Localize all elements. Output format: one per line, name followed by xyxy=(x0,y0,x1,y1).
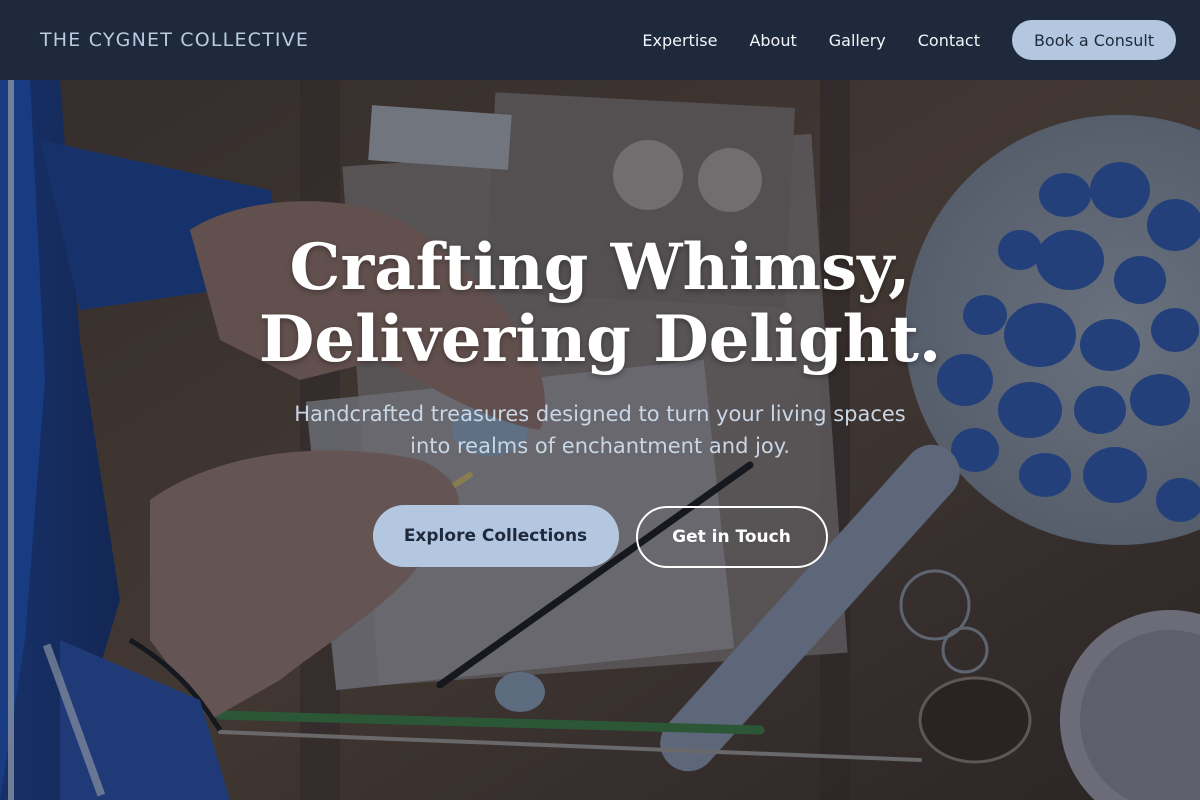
page: THE CYGNET COLLECTIVE Expertise About Ga… xyxy=(0,0,1200,800)
nav-link-expertise[interactable]: Expertise xyxy=(642,31,717,50)
hero-title: Crafting Whimsy, Delivering Delight. xyxy=(0,232,1200,376)
hero-title-line-1: Crafting Whimsy, xyxy=(289,230,911,305)
brand-logo[interactable]: THE CYGNET COLLECTIVE xyxy=(40,29,309,51)
navbar: THE CYGNET COLLECTIVE Expertise About Ga… xyxy=(0,0,1200,80)
book-consult-button[interactable]: Book a Consult xyxy=(1012,20,1176,60)
hero-subtitle-line-1: Handcrafted treasures designed to turn y… xyxy=(294,402,906,426)
nav-link-contact[interactable]: Contact xyxy=(918,31,980,50)
nav-links: Expertise About Gallery Contact Book a C… xyxy=(642,20,1176,60)
hero-subtitle: Handcrafted treasures designed to turn y… xyxy=(0,398,1200,462)
explore-collections-button[interactable]: Explore Collections xyxy=(372,505,619,567)
hero-title-line-2: Delivering Delight. xyxy=(258,302,942,377)
hero-content: Crafting Whimsy, Delivering Delight. Han… xyxy=(0,80,1200,800)
hero-buttons: Explore Collections Get in Touch xyxy=(0,504,1200,568)
get-in-touch-button[interactable]: Get in Touch xyxy=(635,506,828,568)
hero-subtitle-line-2: into realms of enchantment and joy. xyxy=(410,434,790,458)
nav-link-about[interactable]: About xyxy=(749,31,796,50)
nav-link-gallery[interactable]: Gallery xyxy=(829,31,886,50)
